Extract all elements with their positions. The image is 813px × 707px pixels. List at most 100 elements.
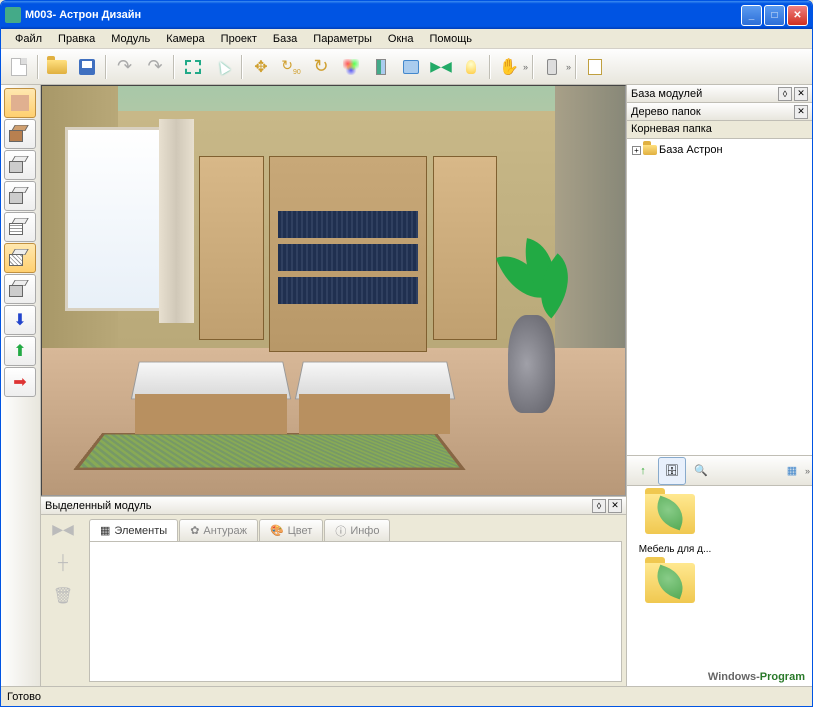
rotate90-button[interactable]: ↻90 — [277, 53, 305, 81]
menu-help[interactable]: Помощь — [421, 31, 480, 47]
import-icon: ⬇ — [13, 310, 26, 330]
light-button[interactable] — [457, 53, 485, 81]
materials-button[interactable] — [337, 53, 365, 81]
menu-project[interactable]: Проект — [213, 31, 265, 47]
tool-forward[interactable]: ➡ — [4, 367, 36, 397]
slider-tool-icon[interactable]: ┼ — [58, 554, 68, 570]
phone-icon — [547, 59, 557, 75]
menu-windows[interactable]: Окна — [380, 31, 422, 47]
redo-icon: ↷ — [147, 56, 162, 77]
right-pin-button[interactable]: ◊ — [778, 87, 792, 101]
grid-icon: ▦ — [100, 524, 110, 537]
module-base-title: База модулей — [631, 88, 776, 100]
maximize-button[interactable]: □ — [764, 5, 785, 26]
select-rect-icon — [185, 60, 201, 74]
trash-icon[interactable]: 🗑 — [53, 586, 73, 606]
undo-button[interactable]: ↶ — [111, 53, 139, 81]
layout-icon: ▦ — [787, 464, 797, 477]
rotate90-icon: ↻90 — [281, 57, 301, 76]
select-cursor-button[interactable] — [209, 53, 237, 81]
menu-base[interactable]: База — [265, 31, 305, 47]
palette-icon: 🎨 — [270, 524, 284, 537]
thumbnail-item[interactable] — [635, 563, 715, 611]
menu-camera[interactable]: Камера — [158, 31, 212, 47]
watermark: Windows-Program — [708, 668, 805, 683]
redo-button[interactable]: ↷ — [141, 53, 169, 81]
move-button[interactable]: ✥ — [247, 53, 275, 81]
3d-viewport[interactable] — [41, 85, 626, 496]
tree-close-button[interactable]: ✕ — [794, 105, 808, 119]
tool-box-iso[interactable] — [4, 274, 36, 304]
thumbnail-item[interactable]: Мебель для д... — [635, 494, 715, 555]
window-title: М003- Астрон Дизайн — [25, 9, 741, 21]
thumb-layout-button[interactable]: ▦ — [778, 457, 806, 485]
forward-icon: ➡ — [13, 372, 26, 392]
menubar: Файл Правка Модуль Камера Проект База Па… — [1, 29, 812, 49]
thumb-search-button[interactable]: 🔍 — [687, 457, 715, 485]
main-toolbar: ↶ ↷ ✥ ↻90 ↻ ▶◀ ✋ » » — [1, 49, 812, 85]
tool-box-wire[interactable] — [4, 150, 36, 180]
leaf-icon: ✿ — [190, 524, 199, 537]
new-button[interactable] — [5, 53, 33, 81]
thumbnail-area: Мебель для д... — [627, 486, 812, 686]
app-icon — [5, 7, 21, 23]
folder-tree-title: Дерево папок — [631, 106, 792, 118]
toolbar-expand-2[interactable]: » — [566, 62, 571, 72]
selected-module-panel: Выделенный модуль ◊ ✕ ▶◀ ┼ 🗑 ▦Элементы ✿… — [41, 496, 626, 686]
menu-edit[interactable]: Правка — [50, 31, 103, 47]
door-icon — [376, 59, 386, 75]
selected-module-title: Выделенный модуль — [45, 500, 590, 512]
tool-box-hatch[interactable] — [4, 212, 36, 242]
pan-button[interactable]: ✋ — [495, 53, 523, 81]
tool-export[interactable]: ⬆ — [4, 336, 36, 366]
tool-box-solid[interactable] — [4, 119, 36, 149]
toolbar-expand-1[interactable]: » — [523, 62, 528, 72]
box-iso-icon — [9, 279, 31, 299]
cursor-icon — [216, 59, 231, 74]
right-close-button[interactable]: ✕ — [794, 87, 808, 101]
thumb-up-button[interactable]: ↑ — [629, 457, 657, 485]
box-hatch-icon — [9, 217, 31, 237]
open-button[interactable] — [43, 53, 71, 81]
menu-file[interactable]: Файл — [7, 31, 50, 47]
tab-color[interactable]: 🎨Цвет — [259, 519, 323, 541]
report-button[interactable] — [581, 53, 609, 81]
hand-icon: ✋ — [499, 57, 519, 77]
statusbar: Готово — [1, 686, 812, 706]
tool-box-diag[interactable] — [4, 243, 36, 273]
status-text: Готово — [7, 691, 41, 703]
tree-expand-icon[interactable]: + — [632, 146, 641, 155]
rotate-button[interactable]: ↻ — [307, 53, 335, 81]
tree-node-label: База Астрон — [659, 144, 723, 156]
mirror-button[interactable]: ▶◀ — [427, 53, 455, 81]
menu-module[interactable]: Модуль — [103, 31, 158, 47]
close-button[interactable]: ✕ — [787, 5, 808, 26]
tool-box-wire2[interactable] — [4, 181, 36, 211]
tab-elements[interactable]: ▦Элементы — [89, 519, 178, 541]
save-icon — [79, 59, 95, 75]
box-diag-icon — [9, 248, 31, 268]
folder-icon — [643, 145, 657, 155]
menu-params[interactable]: Параметры — [305, 31, 380, 47]
export-icon: ⬆ — [13, 341, 26, 361]
panel-close-button[interactable]: ✕ — [608, 499, 622, 513]
tool-texture[interactable] — [4, 88, 36, 118]
thumb-view-button[interactable]: 🗄 — [658, 457, 686, 485]
texture-icon — [11, 95, 29, 111]
save-button[interactable] — [73, 53, 101, 81]
info-icon: ⓘ — [335, 523, 346, 539]
tab-content-area — [89, 541, 622, 682]
select-rect-button[interactable] — [179, 53, 207, 81]
tree-node-base[interactable]: + База Астрон — [631, 143, 808, 157]
tab-info[interactable]: ⓘИнфо — [324, 519, 390, 541]
door-button[interactable] — [367, 53, 395, 81]
view-button[interactable] — [397, 53, 425, 81]
tool-import[interactable]: ⬇ — [4, 305, 36, 335]
mirror-tool-icon[interactable]: ▶◀ — [52, 521, 74, 538]
thumbnail-label: Мебель для д... — [639, 544, 712, 555]
tab-entourage[interactable]: ✿Антураж — [179, 519, 258, 541]
phone-button[interactable] — [538, 53, 566, 81]
box-wire-icon — [9, 155, 31, 175]
minimize-button[interactable]: _ — [741, 5, 762, 26]
panel-pin-button[interactable]: ◊ — [592, 499, 606, 513]
